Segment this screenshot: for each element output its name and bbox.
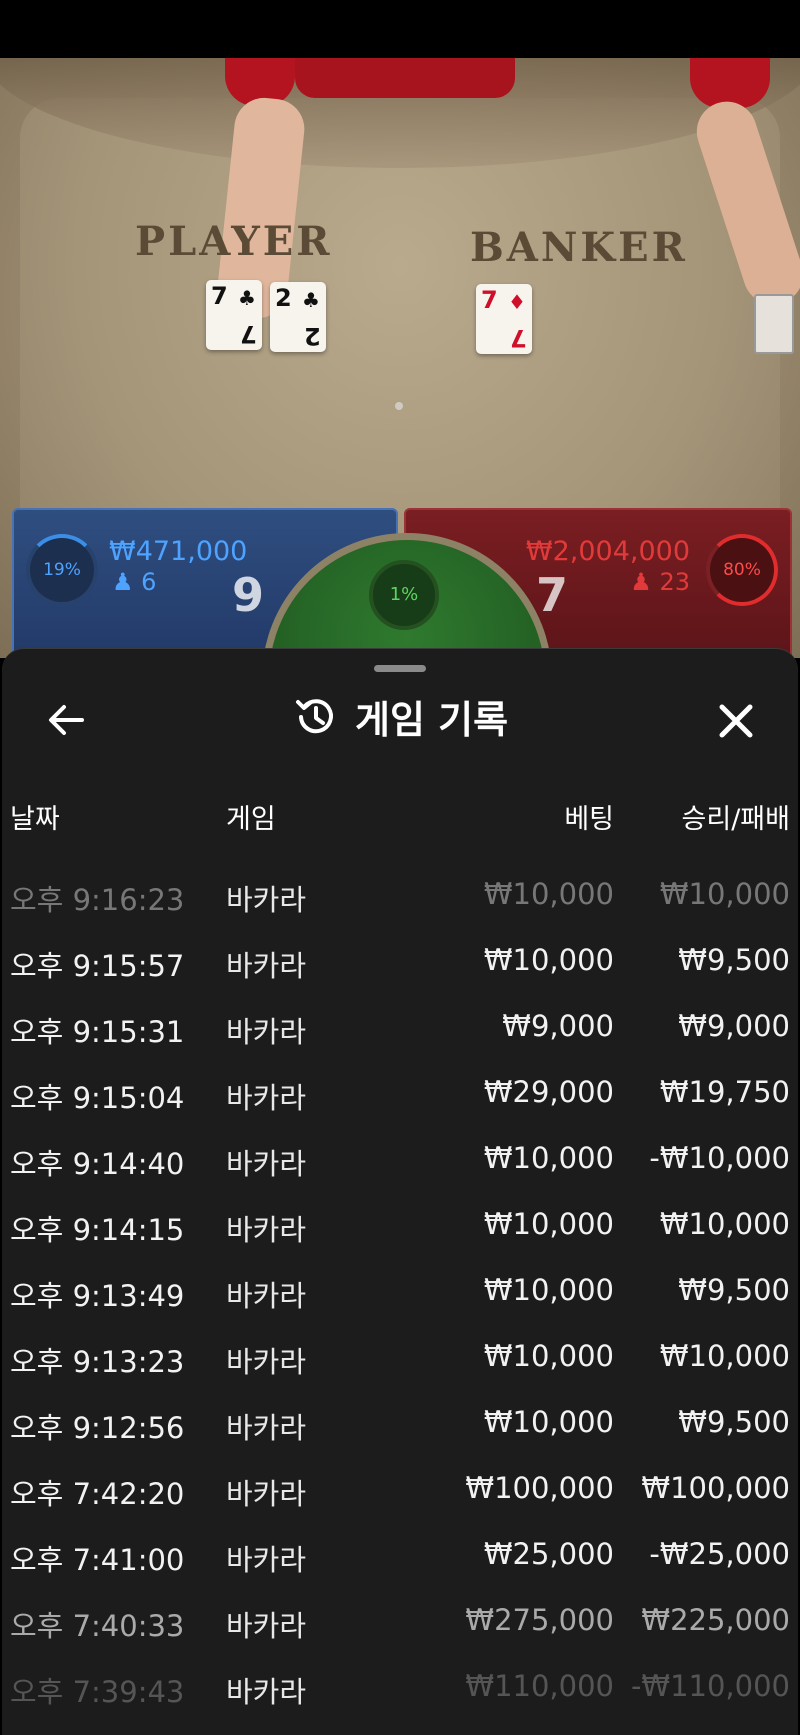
banker-total-bet: ₩2,004,000: [525, 536, 690, 567]
close-button[interactable]: [710, 695, 762, 747]
table-row[interactable]: 오후 9:15:31 바카라 ₩9,000 ₩9,000: [2, 1003, 798, 1069]
table-row[interactable]: 오후 7:39:43 바카라 ₩110,000 -₩110,000: [2, 1663, 798, 1729]
banker-percent: 80%: [723, 560, 761, 580]
table-row[interactable]: 오후 9:16:23 바카라 ₩10,000 ₩10,000: [2, 871, 798, 937]
card-shoe: [754, 294, 794, 354]
dealer-sleeve-right: [690, 58, 770, 108]
banker-bettor-count: 23: [659, 568, 690, 596]
status-bar: [0, 0, 800, 58]
table-row[interactable]: 오후 9:13:49 바카라 ₩10,000 ₩9,500: [2, 1267, 798, 1333]
table-row[interactable]: 오후 7:41:00 바카라 ₩25,000 -₩25,000: [2, 1531, 798, 1597]
column-header-bet: 베팅: [564, 804, 614, 835]
table-row[interactable]: 오후 9:14:40 바카라 ₩10,000 -₩10,000: [2, 1135, 798, 1201]
player-total-bet: ₩471,000: [109, 536, 248, 567]
table-marker-dot: [395, 402, 403, 410]
banker-area-label: BANKER: [470, 224, 688, 271]
person-icon: ♟: [630, 568, 652, 596]
banker-card-1: 7 ♦ 7: [476, 284, 532, 354]
table-row[interactable]: 오후 9:15:57 바카라 ₩10,000 ₩9,500: [2, 937, 798, 1003]
close-icon: [719, 704, 753, 738]
sheet-header: 게임 기록: [2, 689, 798, 751]
player-card-1: 7 ♣ 7: [206, 280, 262, 350]
history-list[interactable]: 오후 9:16:23 바카라 ₩10,000 ₩10,000 오후 9:15:5…: [2, 871, 798, 1729]
column-header-date: 날짜: [10, 804, 60, 835]
table-row[interactable]: 오후 9:12:56 바카라 ₩10,000 ₩9,500: [2, 1399, 798, 1465]
table-row[interactable]: 오후 9:15:04 바카라 ₩29,000 ₩19,750: [2, 1069, 798, 1135]
column-header-game: 게임: [226, 804, 276, 835]
banker-bettor-count-row: ♟ 23: [630, 568, 690, 596]
history-table-header: 날짜 게임 베팅 승리/패배: [2, 797, 798, 841]
table-row[interactable]: 오후 9:14:15 바카라 ₩10,000 ₩10,000: [2, 1201, 798, 1267]
tie-percent: 1%: [389, 584, 419, 605]
player-score: 9: [232, 568, 265, 622]
table-row[interactable]: 오후 7:42:20 바카라 ₩100,000 ₩100,000: [2, 1465, 798, 1531]
player-area-label: PLAYER: [135, 218, 333, 265]
game-history-sheet: 게임 기록 날짜 게임 베팅 승리/패배 오후 9:16:23 바카라 ₩10,…: [2, 648, 798, 1735]
person-icon: ♟: [112, 568, 134, 596]
player-percent: 19%: [43, 560, 81, 580]
table-row[interactable]: 오후 7:40:33 바카라 ₩275,000 ₩225,000: [2, 1597, 798, 1663]
player-bettor-count-row: ♟ 6: [112, 568, 156, 596]
sheet-drag-handle[interactable]: [374, 665, 426, 672]
player-percent-ring: 19%: [26, 534, 98, 606]
banker-percent-ring: 80%: [706, 534, 778, 606]
table-row[interactable]: 오후 9:13:23 바카라 ₩10,000 ₩10,000: [2, 1333, 798, 1399]
history-clock-icon: [295, 698, 333, 733]
player-card-2: 2 ♣ 2: [270, 282, 326, 352]
column-header-winloss: 승리/패배: [681, 804, 790, 835]
banker-score: 7: [536, 568, 569, 622]
dealer-body: [295, 58, 515, 98]
player-bettor-count: 6: [141, 568, 157, 596]
sheet-title: 게임 기록: [355, 698, 509, 742]
tie-percent-ring: 1%: [369, 560, 439, 630]
